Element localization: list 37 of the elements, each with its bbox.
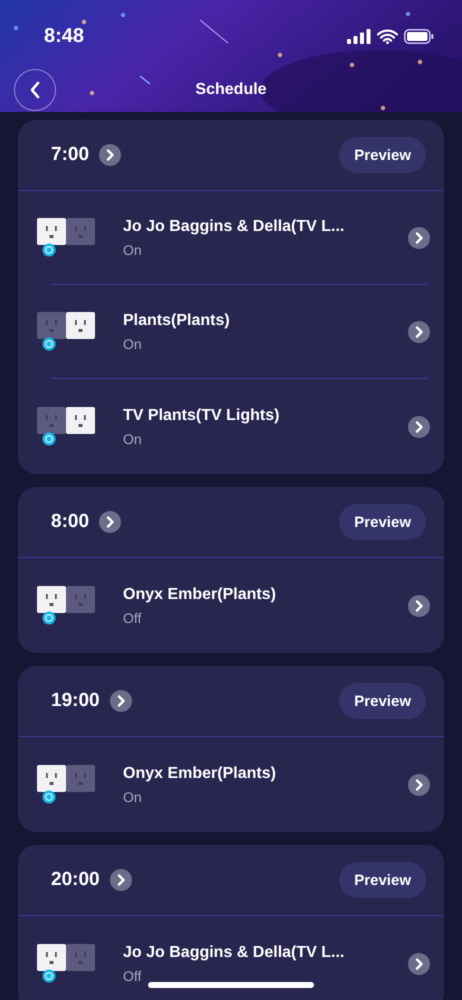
chevron-icon[interactable] xyxy=(99,511,122,533)
device-state: Off xyxy=(123,968,142,984)
device-name: TV Plants(TV Lights) xyxy=(123,406,280,424)
chevron-icon[interactable] xyxy=(110,869,132,891)
signal-icon xyxy=(347,28,371,44)
device-state: On xyxy=(123,788,143,804)
device-state: On xyxy=(123,242,143,258)
chevron-icon[interactable] xyxy=(408,320,430,342)
device-name: Onyx Ember(Plants) xyxy=(123,586,277,604)
back-icon xyxy=(29,81,41,99)
status-time: 8:48 xyxy=(44,24,84,48)
schedule-time: 20:00 xyxy=(51,869,100,891)
device-state: Off xyxy=(123,610,142,626)
back-button[interactable] xyxy=(14,69,56,111)
chevron-icon[interactable] xyxy=(408,416,430,438)
device-state: On xyxy=(123,336,143,352)
preview-button[interactable]: Preview xyxy=(339,137,426,173)
schedule-time: 7:00 xyxy=(51,144,90,166)
preview-button[interactable]: Preview xyxy=(339,862,426,898)
schedule-time: 8:00 xyxy=(51,511,90,533)
chevron-icon[interactable] xyxy=(408,952,430,974)
screen-title: Schedule xyxy=(195,81,267,99)
schedule-time: 19:00 xyxy=(51,690,100,712)
chevron-icon[interactable] xyxy=(408,594,430,616)
chevron-icon[interactable] xyxy=(99,144,122,166)
chevron-icon[interactable] xyxy=(110,690,132,712)
device-name: Plants(Plants) xyxy=(123,312,231,330)
chevron-icon[interactable] xyxy=(408,226,430,248)
device-name: Jo Jo Baggins & Della(TV L... xyxy=(123,218,346,236)
battery-icon xyxy=(404,28,434,44)
chevron-icon[interactable] xyxy=(408,774,430,796)
preview-button[interactable]: Preview xyxy=(339,683,426,719)
device-name: Jo Jo Baggins & Della(TV L... xyxy=(123,944,346,962)
preview-button[interactable]: Preview xyxy=(339,504,426,540)
wifi-icon xyxy=(377,28,398,44)
device-state: On xyxy=(123,430,143,446)
device-name: Onyx Ember(Plants) xyxy=(123,764,277,782)
